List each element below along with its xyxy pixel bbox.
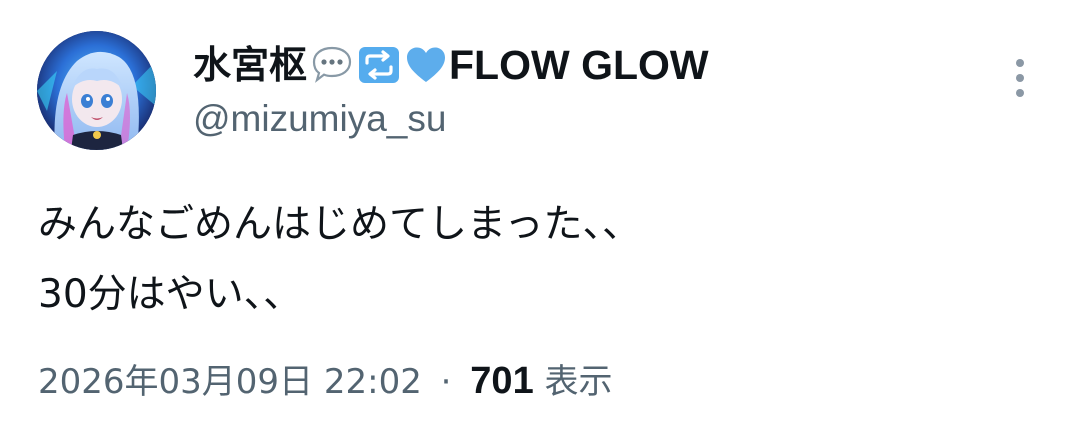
meta-separator: · (440, 362, 452, 402)
tweet-text-line: 30分はやい、、 (38, 272, 303, 317)
display-name[interactable]: 水宮枢 (193, 40, 307, 90)
repeat-arrows-emoji-icon (357, 43, 401, 87)
tweet-metadata: 2026年03月09日 22:02 · 701 表示 (38, 355, 613, 408)
view-label: 表示 (544, 362, 613, 402)
avatar[interactable] (37, 31, 156, 150)
anime-girl-avatar-icon (37, 31, 156, 150)
tweet-text: みんなごめんはじめてしまった、、 30分はやい、、 (38, 190, 1038, 330)
speech-bubble-emoji-icon (310, 43, 354, 87)
more-vertical-icon (1016, 59, 1024, 97)
tweet-card: 水宮枢 FLOW GLOW @mizumiya_su みんなごめんはじめてしまっ… (0, 0, 1080, 429)
display-name-row[interactable]: 水宮枢 FLOW GLOW (193, 40, 709, 90)
tweet-header: 水宮枢 FLOW GLOW @mizumiya_su (193, 40, 709, 141)
user-handle[interactable]: @mizumiya_su (193, 97, 709, 141)
more-options-button[interactable] (1004, 55, 1036, 101)
tweet-text-line: みんなごめんはじめてしまった、、 (38, 202, 641, 247)
view-count[interactable]: 701 (470, 360, 533, 402)
display-name-brand[interactable]: FLOW GLOW (449, 40, 709, 90)
tweet-timestamp[interactable]: 2026年03月09日 22:02 (38, 362, 422, 402)
blue-heart-emoji-icon (404, 43, 448, 87)
